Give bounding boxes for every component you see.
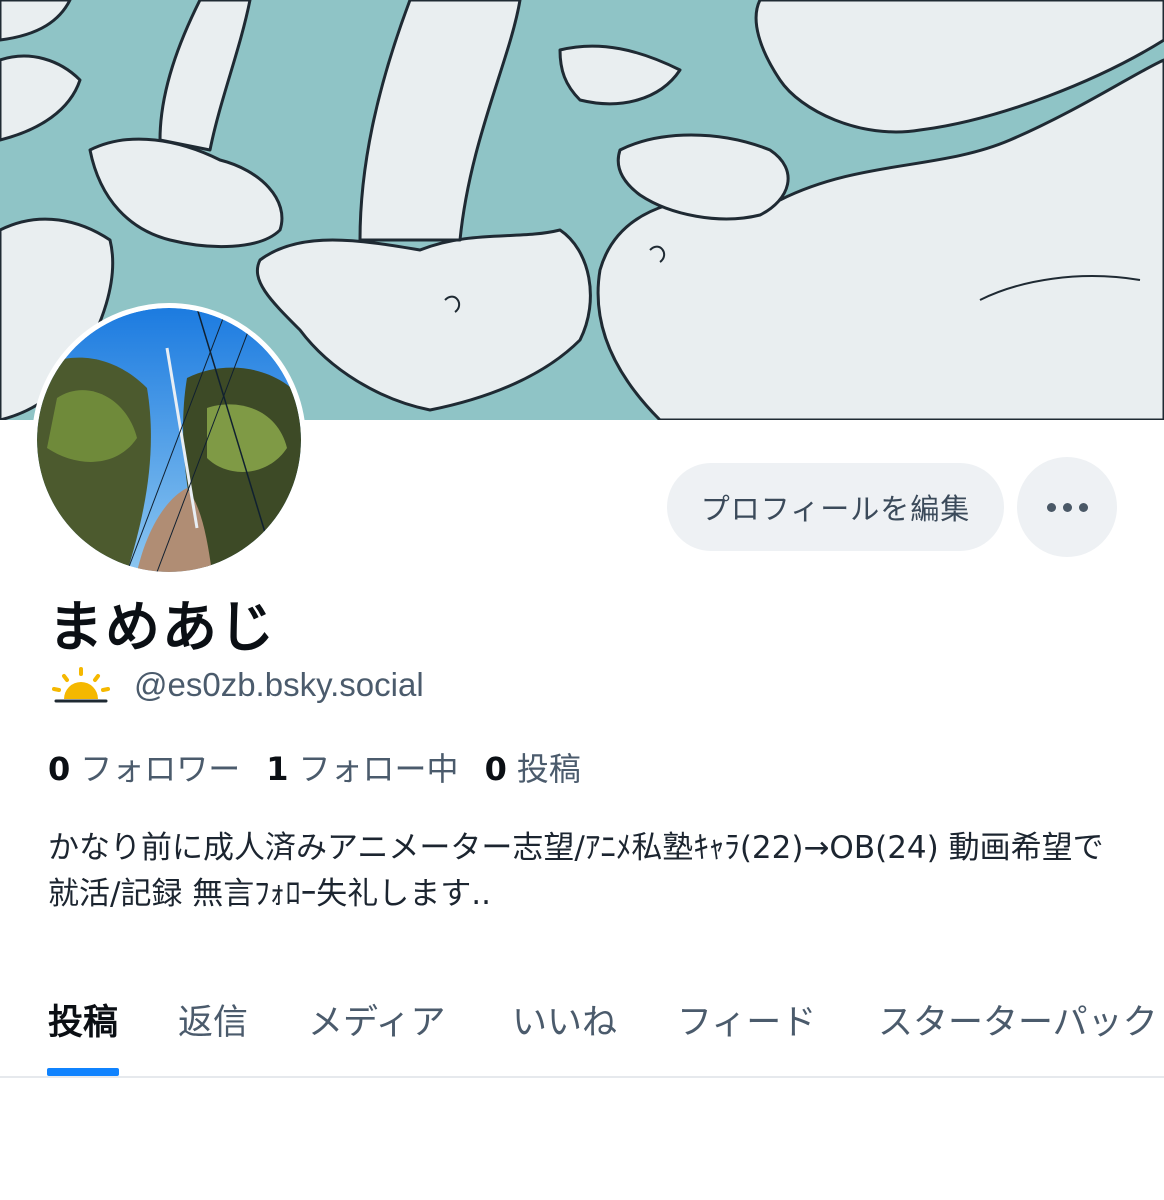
profile-bio: かなり前に成人済みアニメーター志望/ｱﾆﾒ私塾ｷｬﾗ(22)→OB(24) 動画… <box>48 830 1104 912</box>
posts-count: 0 <box>484 750 507 788</box>
tab-media[interactable]: メディア <box>308 994 446 1045</box>
more-options-button[interactable] <box>1017 457 1117 557</box>
following-count: 1 <box>266 750 289 788</box>
followers-count: 0 <box>48 750 71 788</box>
tab-likes[interactable]: いいね <box>512 994 617 1045</box>
posts-label: 投稿 <box>516 750 581 788</box>
profile-tabs: 投稿 返信 メディア いいね フィード スターターパック <box>0 980 1164 1078</box>
tab-posts[interactable]: 投稿 <box>48 994 118 1045</box>
edit-profile-button[interactable]: プロフィールを編集 <box>667 463 1004 551</box>
active-tab-indicator <box>47 1068 119 1076</box>
tab-feeds[interactable]: フィード <box>677 994 816 1045</box>
followers-stat[interactable]: 0 フォロワー <box>48 744 240 790</box>
profile-stats: 0 フォロワー 1 フォロー中 0 投稿 <box>48 744 607 790</box>
ellipsis-icon <box>1046 502 1088 512</box>
posts-stat: 0 投稿 <box>485 744 581 790</box>
following-label: フォロー中 <box>298 750 459 788</box>
user-handle: @es0zb.bsky.social <box>134 666 424 703</box>
following-stat[interactable]: 1 フォロー中 <box>266 744 458 790</box>
tab-replies[interactable]: 返信 <box>178 994 248 1045</box>
display-name: まめあじ <box>48 595 277 659</box>
sunrise-icon <box>52 667 110 703</box>
tab-starter-packs[interactable]: スターターパック <box>878 994 1158 1045</box>
profile-avatar[interactable] <box>32 303 306 577</box>
avatar-image <box>37 308 301 572</box>
followers-label: フォロワー <box>80 750 241 788</box>
handle-row: @es0zb.bsky.social <box>50 662 424 708</box>
profile-page: プロフィールを編集 まめあじ @es0zb.bsky.social 0 フォロワー… <box>0 0 1164 1200</box>
